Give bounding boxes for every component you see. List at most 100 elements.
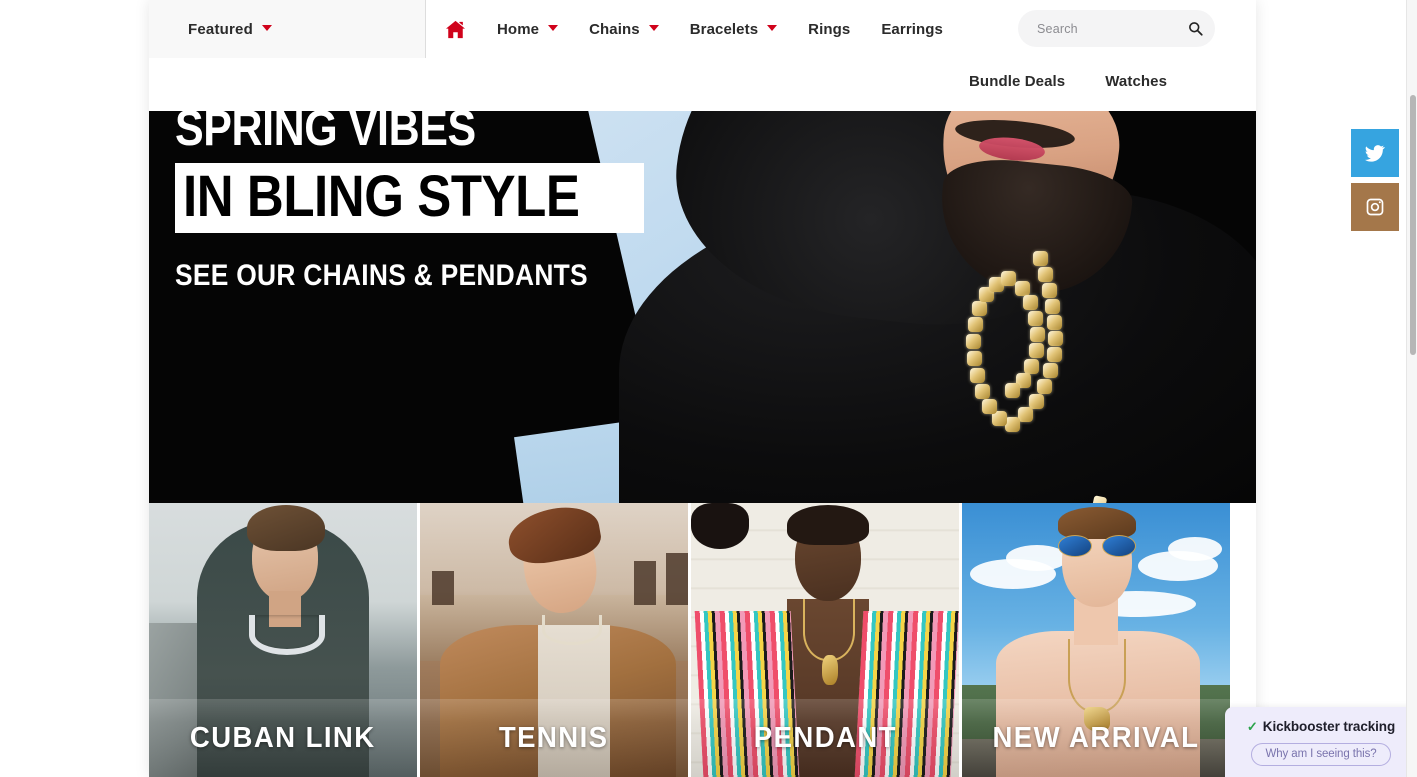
tile-caption: PENDANT [691,699,959,777]
chain-link [967,351,982,366]
hero-headline-line1: SPRING VIBES [175,111,476,156]
primary-nav: Home Chains Bracelets Rings Earrings [445,0,943,58]
nav-item-watches[interactable]: Watches [1105,73,1167,90]
tile-decor-pendant [822,655,838,685]
featured-label: Featured [188,20,253,38]
tile-label: CUBAN LINK [190,721,376,754]
search-icon [1188,22,1203,36]
category-tiles: CUBAN LINK TENNIS PENDANT NEW ARRIVAL [149,503,1256,777]
chain-link [1045,299,1060,314]
nav-item-label: Bundle Deals [969,73,1066,90]
hero-headline-line2: IN BLING STYLE [183,164,580,229]
scrollbar-thumb[interactable] [1410,95,1416,355]
tile-decor-chain [249,615,325,655]
chain-link [1029,343,1044,358]
chain-link [1028,311,1043,326]
nav-item-bundle-deals[interactable]: Bundle Deals [969,73,1065,90]
tile-caption: CUBAN LINK [149,699,417,777]
tile-caption: NEW ARRIVAL [962,699,1230,777]
tile-label: PENDANT [753,721,897,754]
page-container: Featured Home Chains Bracelets Rings Ear… [149,0,1256,777]
tile-decor-beard [691,503,749,549]
tile-decor-building [666,553,688,605]
nav-item-chains[interactable]: Chains [589,21,659,38]
vertical-scrollbar[interactable] [1406,0,1417,777]
nav-item-label: Watches [1105,73,1168,90]
chain-link [1023,295,1038,310]
nav-item-rings[interactable]: Rings [808,21,850,38]
tile-label: NEW ARRIVAL [992,721,1200,754]
tile-decor-hair [787,505,869,545]
chain-link [1047,347,1062,362]
hero-headline-band: IN BLING STYLE [175,163,644,233]
tile-decor-lens [1058,535,1092,557]
search-bar[interactable]: Search [1018,10,1215,47]
chain-link [972,301,987,316]
hero-subheadline: SEE OUR CHAINS & PENDANTS [175,259,588,292]
chain-link [975,384,990,399]
chain-link [968,317,983,332]
category-tile-tennis[interactable]: TENNIS [420,503,688,777]
nav-item-label: Rings [808,20,851,38]
social-twitter-button[interactable] [1351,129,1399,177]
chain-link [1037,379,1052,394]
tile-decor-hair [247,505,325,551]
home-link[interactable] [445,20,466,39]
nav-item-earrings[interactable]: Earrings [881,21,943,38]
nav-item-bracelets[interactable]: Bracelets [689,20,778,38]
category-tile-pendant[interactable]: PENDANT [691,503,959,777]
chain-link [1030,327,1045,342]
tile-decor-sunglasses [1058,535,1138,557]
kickbooster-title: Kickbooster tracking [1262,718,1396,734]
nav-item-label: Chains [589,20,640,38]
chevron-down-icon [261,25,272,31]
instagram-icon [1366,198,1384,216]
tile-decor-chain [542,615,602,645]
nav-item-label: Home [497,20,540,38]
tile-label: TENNIS [499,721,609,754]
chain-link [1043,363,1058,378]
category-tile-cuban-link[interactable]: CUBAN LINK [149,503,417,777]
chain-link [1042,283,1057,298]
secondary-nav: Bundle Deals Watches [969,58,1207,105]
chain-link [1048,331,1063,346]
chain-link [1038,267,1053,282]
chain-link [1033,251,1048,266]
chain-link [1005,417,1020,432]
tile-caption: TENNIS [420,699,688,777]
chain-link [1005,383,1020,398]
chain-link [1015,281,1030,296]
kickbooster-widget: ✓ Kickbooster tracking Why am I seeing t… [1225,707,1417,777]
check-icon: ✓ [1246,718,1258,734]
chain-link [970,368,985,383]
site-header: Featured Home Chains Bracelets Rings Ear… [149,0,1256,111]
nav-item-label: Bracelets [689,20,759,38]
browser-viewport: Featured Home Chains Bracelets Rings Ear… [0,0,1417,777]
category-tile-new-arrival[interactable]: NEW ARRIVAL [962,503,1230,777]
chevron-down-icon [648,25,659,31]
chain-link [1001,271,1016,286]
featured-dropdown[interactable]: Featured [149,0,426,58]
tile-decor-lens [1102,535,1136,557]
kickbooster-why-button[interactable]: Why am I seeing this? [1251,742,1391,766]
chain-link [1047,315,1062,330]
nav-item-home[interactable]: Home [497,20,559,38]
social-instagram-button[interactable] [1351,183,1399,231]
search-submit-button[interactable] [1175,10,1215,47]
home-icon [446,20,465,38]
tile-decor-chain [803,599,855,661]
chain-link [982,399,997,414]
search-input[interactable]: Search [1037,22,1175,36]
tile-decor-cloud [1168,537,1222,561]
chevron-down-icon [548,25,559,31]
chain-link [966,334,981,349]
hero-banner[interactable]: SPRING VIBES IN BLING STYLE SEE OUR CHAI… [149,111,1256,503]
tile-decor-building [432,571,454,605]
kickbooster-status-row: ✓ Kickbooster tracking [1247,719,1395,734]
hero-copy: SPRING VIBES IN BLING STYLE SEE OUR CHAI… [175,111,735,293]
chain-link [1024,359,1039,374]
social-share-rail [1351,129,1399,237]
chevron-down-icon [767,25,778,31]
tile-decor-building [634,561,656,605]
twitter-icon [1365,145,1385,162]
